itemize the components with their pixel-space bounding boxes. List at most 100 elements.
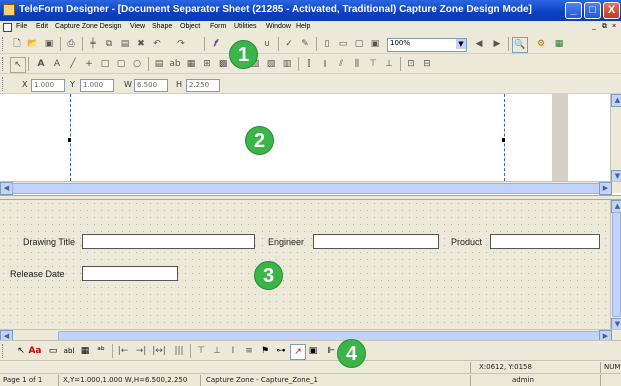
mdi-minimize-button[interactable]: _	[592, 23, 596, 30]
lower-vertical-scrollbar[interactable]: ▲ ▼	[610, 200, 621, 331]
bottom-align-icon[interactable]: ⊥	[210, 344, 224, 358]
menu-form[interactable]: Form	[210, 23, 226, 30]
new-doc-icon[interactable]: 🗋	[10, 37, 24, 51]
barcode-icon[interactable]: ▧	[264, 57, 278, 71]
ab-tool-icon[interactable]: ᵃᵇ	[94, 344, 108, 358]
lookup-icon[interactable]: ⊶	[274, 344, 288, 358]
print-icon[interactable]: ⎙	[64, 37, 78, 51]
mdi-restore-button[interactable]: ⧉	[602, 23, 607, 31]
menu-help[interactable]: Help	[296, 23, 310, 30]
line-icon[interactable]: ╱	[66, 57, 80, 71]
upper-horizontal-scrollbar[interactable]: ◀ ▶	[0, 181, 621, 195]
flag-icon[interactable]: ⚑	[258, 344, 272, 358]
upper-vertical-scrollbar[interactable]: ▲ ▼	[610, 94, 621, 183]
pointer-icon[interactable]: ↖	[14, 344, 28, 358]
page-zoom-icon[interactable]: ▣	[368, 37, 382, 51]
x-field[interactable]: 1.000	[31, 79, 65, 92]
save-icon[interactable]: ▣	[42, 37, 56, 51]
arrow-right2-icon[interactable]: →|	[134, 344, 148, 358]
bracket-icon[interactable]: |↔|	[152, 344, 166, 358]
italic-text-icon[interactable]: A	[50, 57, 64, 71]
scroll-thumb[interactable]	[12, 183, 604, 194]
w-field[interactable]: 6.500	[134, 79, 168, 92]
arrow-right-icon[interactable]: |←	[116, 344, 130, 358]
close-button[interactable]: X	[603, 2, 620, 19]
menu-utilities[interactable]: Utilities	[234, 23, 257, 30]
document-icon[interactable]	[3, 23, 12, 32]
open-folder-icon[interactable]: 📂	[26, 37, 40, 51]
grid-tool-icon[interactable]: ▦	[78, 344, 92, 358]
engineer-field[interactable]	[313, 234, 439, 249]
ungroup-icon[interactable]: ⊟	[420, 57, 434, 71]
grid-icon[interactable]: ╪	[86, 37, 100, 51]
redo-icon[interactable]: ↷	[174, 37, 188, 51]
chart-icon[interactable]: ▦	[552, 37, 566, 51]
scroll-thumb[interactable]	[612, 212, 621, 317]
y-field[interactable]: 1.000	[80, 79, 114, 92]
menu-edit[interactable]: Edit	[36, 23, 48, 30]
chevron-down-icon[interactable]: ▼	[456, 39, 466, 49]
menu-object[interactable]: Object	[180, 23, 200, 30]
page-width-icon[interactable]: ▢	[352, 37, 366, 51]
align-center-icon[interactable]: ⫾	[318, 57, 332, 71]
center-align-icon[interactable]: I	[226, 344, 240, 358]
italic-icon[interactable]: 𝒇	[208, 37, 222, 51]
align-right-icon[interactable]: ⫽	[334, 57, 348, 71]
h-field[interactable]: 2.250	[186, 79, 220, 92]
chart-tool-icon[interactable]: ↗	[290, 344, 306, 360]
toolbar-grip[interactable]	[2, 77, 6, 91]
zone-handle[interactable]	[68, 138, 71, 142]
equal-icon[interactable]: ≡	[242, 344, 256, 358]
prev-icon[interactable]: ◀	[472, 37, 486, 51]
properties-icon[interactable]: ▣	[306, 344, 320, 358]
round-rect-icon[interactable]: ▢	[114, 57, 128, 71]
abl-icon[interactable]: abl	[62, 344, 76, 358]
scroll-up-icon[interactable]: ▲	[611, 94, 621, 107]
release-date-field[interactable]	[82, 266, 178, 281]
drawing-title-field[interactable]	[82, 234, 255, 249]
field-icon[interactable]: ▤	[152, 57, 166, 71]
undo-icon[interactable]: ↶	[150, 37, 164, 51]
align-top-icon[interactable]: ⊤	[366, 57, 380, 71]
next-icon[interactable]: ▶	[490, 37, 504, 51]
menu-shape[interactable]: Shape	[152, 23, 172, 30]
text-tool-icon[interactable]: Aa	[28, 344, 42, 358]
bars-icon[interactable]: |||	[172, 344, 186, 358]
toolbar-grip[interactable]	[2, 37, 6, 51]
plus-icon[interactable]: +	[82, 57, 96, 71]
menu-file[interactable]: File	[16, 23, 27, 30]
zoom-tool-icon[interactable]: 🔍	[512, 37, 528, 53]
rect-icon[interactable]: □	[98, 57, 112, 71]
align-bottom-icon[interactable]: ⊥	[382, 57, 396, 71]
copy-icon[interactable]: ⧉	[102, 37, 116, 51]
page-icon[interactable]: ▯	[320, 37, 334, 51]
menu-capture-zone-design[interactable]: Capture Zone Design	[55, 23, 122, 30]
zone-handle[interactable]	[502, 138, 505, 142]
distribute-icon[interactable]: ⫼	[350, 57, 364, 71]
menu-view[interactable]: View	[130, 23, 145, 30]
product-field[interactable]	[490, 234, 600, 249]
wizard-icon[interactable]: ⚙	[534, 37, 548, 51]
underline-icon[interactable]: ᴜ	[260, 37, 274, 51]
zone-icon[interactable]: ⊞	[200, 57, 214, 71]
tree-icon[interactable]: ⊩	[324, 344, 338, 358]
toolbar-grip[interactable]	[2, 57, 6, 71]
group-icon[interactable]: ⊡	[404, 57, 418, 71]
delete-icon[interactable]: ✖	[134, 37, 148, 51]
menu-window[interactable]: Window	[266, 23, 291, 30]
zoom-select[interactable]: 100% ▼	[387, 38, 467, 52]
lower-design-pane[interactable]: Drawing Title Engineer Product Release D…	[0, 200, 621, 343]
text-icon[interactable]: A	[34, 57, 48, 71]
align-left-icon[interactable]: ⫿	[302, 57, 316, 71]
upper-design-pane[interactable]: ▲ ▼ ◀ ▶	[0, 94, 621, 195]
mdi-close-button[interactable]: ×	[612, 23, 616, 30]
table-icon[interactable]: ▦	[184, 57, 198, 71]
page-fit-icon[interactable]: ▭	[336, 37, 350, 51]
omr-icon[interactable]: ▥	[280, 57, 294, 71]
toolbar-grip[interactable]	[2, 344, 6, 358]
ab-icon[interactable]: ab	[168, 57, 182, 71]
check-icon[interactable]: ✓	[282, 37, 296, 51]
maximize-button[interactable]: □	[584, 2, 601, 19]
paste-icon[interactable]: ▤	[118, 37, 132, 51]
box-tool-icon[interactable]: ▭	[46, 344, 60, 358]
